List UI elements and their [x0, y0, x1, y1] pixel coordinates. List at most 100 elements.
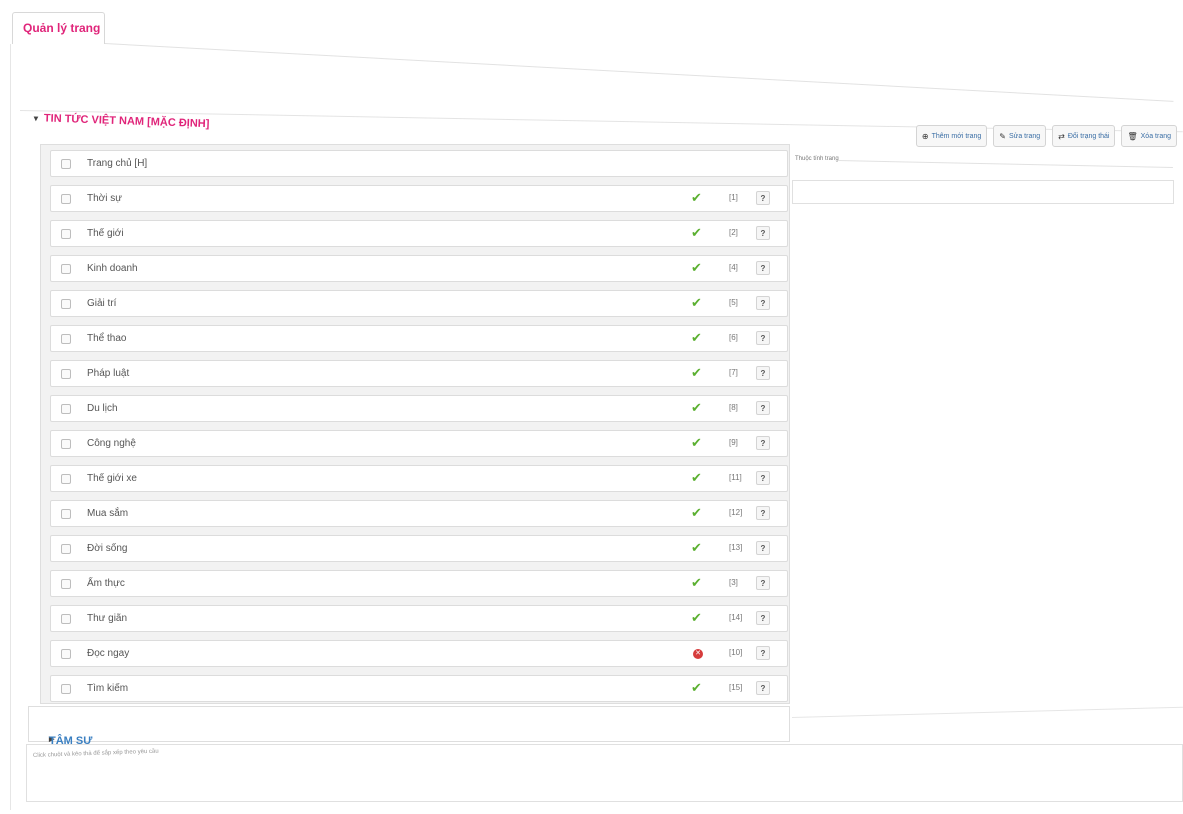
page-id: [6] [729, 333, 738, 342]
page-row[interactable]: Mua sắm ✔ [12] ? [50, 500, 788, 527]
page-id: [7] [729, 368, 738, 377]
checkmark-icon[interactable]: ✔ [691, 576, 702, 590]
checkmark-icon[interactable]: ✔ [691, 541, 702, 555]
page-name: Đọc ngay [87, 648, 130, 659]
help-icon[interactable]: ? [756, 541, 770, 555]
row-checkbox[interactable] [61, 439, 71, 449]
page-id: [13] [729, 543, 743, 552]
swap-icon: ⇄ [1058, 131, 1065, 141]
toggle-status-button[interactable]: ⇄ Đổi trạng thái [1052, 125, 1116, 147]
help-icon[interactable]: ? [756, 331, 770, 345]
checkmark-icon[interactable]: ✔ [691, 681, 702, 695]
checkmark-icon[interactable]: ✔ [691, 261, 702, 275]
help-icon[interactable]: ? [756, 506, 770, 520]
row-checkbox[interactable] [61, 474, 71, 484]
help-icon[interactable]: ? [756, 681, 770, 695]
help-icon[interactable]: ? [756, 401, 770, 415]
page-name: Tìm kiếm [87, 683, 129, 694]
page-id: [11] [729, 473, 742, 482]
page-id: [15] [729, 683, 743, 692]
page-name: Thể thao [87, 333, 127, 344]
page-row[interactable]: Ẩm thực ✔ [3] ? [50, 570, 788, 597]
page-row[interactable]: Du lịch ✔ [8] ? [50, 395, 788, 422]
sort-hint-box: Click chuột và kéo thả để sắp xếp theo y… [26, 744, 1183, 802]
page-name: Kinh doanh [87, 263, 138, 274]
page-name: Du lịch [87, 403, 118, 414]
page-name: Thế giới xe [87, 473, 137, 484]
page-row[interactable]: Đọc ngay ✕ [10] ? [50, 640, 788, 667]
row-checkbox[interactable] [61, 299, 71, 309]
section-header[interactable]: ▼ TIN TỨC VIỆT NAM [MẶC ĐỊNH] [32, 112, 210, 130]
checkmark-icon[interactable]: ✔ [691, 331, 702, 345]
help-icon[interactable]: ? [756, 191, 770, 205]
checkmark-icon[interactable]: ✔ [691, 611, 702, 625]
row-checkbox[interactable] [61, 369, 71, 379]
section-tam-su[interactable]: ▶ TÂM SỰ [28, 706, 790, 747]
page-name: Đời sống [87, 543, 128, 554]
row-checkbox[interactable] [61, 264, 71, 274]
page-row[interactable]: Tìm kiếm ✔ [15] ? [50, 675, 788, 702]
row-checkbox[interactable] [61, 684, 71, 694]
checkmark-icon[interactable]: ✔ [691, 471, 702, 485]
page-row[interactable]: Thời sự ✔ [1] ? [50, 185, 788, 212]
page-row[interactable]: Công nghệ ✔ [9] ? [50, 430, 788, 457]
checkmark-icon[interactable]: ✔ [691, 401, 702, 415]
checkmark-icon[interactable]: ✔ [691, 366, 702, 380]
checkmark-icon[interactable]: ✔ [691, 226, 702, 240]
pencil-icon: ✎ [999, 131, 1006, 141]
row-checkbox[interactable] [61, 579, 71, 589]
page-row[interactable]: Pháp luật ✔ [7] ? [50, 360, 788, 387]
help-icon[interactable]: ? [756, 471, 770, 485]
page-name: Giải trí [87, 298, 117, 309]
tab-page-manager[interactable]: Quản lý trang [12, 12, 105, 44]
help-icon[interactable]: ? [756, 296, 770, 310]
checkmark-icon[interactable]: ✔ [691, 506, 702, 520]
help-icon[interactable]: ? [756, 576, 770, 590]
page-name: Pháp luật [87, 368, 130, 379]
page-manager: Quản lý trang ▼ TIN TỨC VIỆT NAM [MẶC ĐỊN… [0, 0, 1183, 814]
checkmark-icon[interactable]: ✔ [691, 191, 702, 205]
page-row[interactable]: Thế giới ✔ [2] ? [50, 220, 788, 247]
sort-hint-text: Click chuột và kéo thả để sắp xếp theo y… [32, 748, 159, 759]
section-title: TIN TỨC VIỆT NAM [MẶC ĐỊNH] [43, 112, 210, 131]
page-row[interactable]: Thế giới xe ✔ [11] ? [50, 465, 788, 492]
edit-page-label: Sửa trang [1008, 132, 1041, 140]
page-row[interactable]: Đời sống ✔ [13] ? [50, 535, 788, 562]
page-row[interactable]: Kinh doanh ✔ [4] ? [50, 255, 788, 282]
row-checkbox[interactable] [61, 159, 71, 169]
row-checkbox[interactable] [61, 194, 71, 204]
page-row[interactable]: Thư giãn ✔ [14] ? [50, 605, 788, 632]
page-id: [4] [729, 263, 738, 272]
row-checkbox[interactable] [61, 334, 71, 344]
error-icon[interactable]: ✕ [693, 649, 703, 659]
page-name: Mua sắm [87, 508, 129, 519]
row-checkbox[interactable] [61, 649, 71, 659]
help-icon[interactable]: ? [756, 261, 770, 275]
page-row[interactable]: Thể thao ✔ [6] ? [50, 325, 788, 352]
help-icon[interactable]: ? [756, 611, 770, 625]
page-name: Ẩm thực [87, 578, 125, 589]
delete-page-button[interactable]: 🗑 Xóa trang [1121, 125, 1177, 147]
row-checkbox[interactable] [61, 229, 71, 239]
page-id: [9] [729, 438, 738, 447]
help-icon[interactable]: ? [756, 366, 770, 380]
page-id: [12] [729, 508, 743, 517]
row-checkbox[interactable] [61, 404, 71, 414]
help-icon[interactable]: ? [756, 436, 770, 450]
content-border [10, 44, 11, 810]
checkmark-icon[interactable]: ✔ [691, 296, 702, 310]
help-icon[interactable]: ? [756, 646, 770, 660]
page-row[interactable]: Trang chủ [H] [50, 150, 788, 177]
page-row[interactable]: Giải trí ✔ [5] ? [50, 290, 788, 317]
add-page-button[interactable]: ⊕ Thêm mới trang [915, 125, 988, 147]
row-checkbox[interactable] [61, 544, 71, 554]
checkmark-icon[interactable]: ✔ [691, 436, 702, 450]
edit-page-button[interactable]: ✎ Sửa trang [993, 125, 1047, 147]
page-properties-box [792, 180, 1174, 204]
row-checkbox[interactable] [61, 614, 71, 624]
row-checkbox[interactable] [61, 509, 71, 519]
page-id: [2] [729, 228, 738, 237]
tab-label: Quản lý trang [23, 21, 101, 35]
help-icon[interactable]: ? [756, 226, 770, 240]
page-id: [14] [729, 613, 743, 622]
